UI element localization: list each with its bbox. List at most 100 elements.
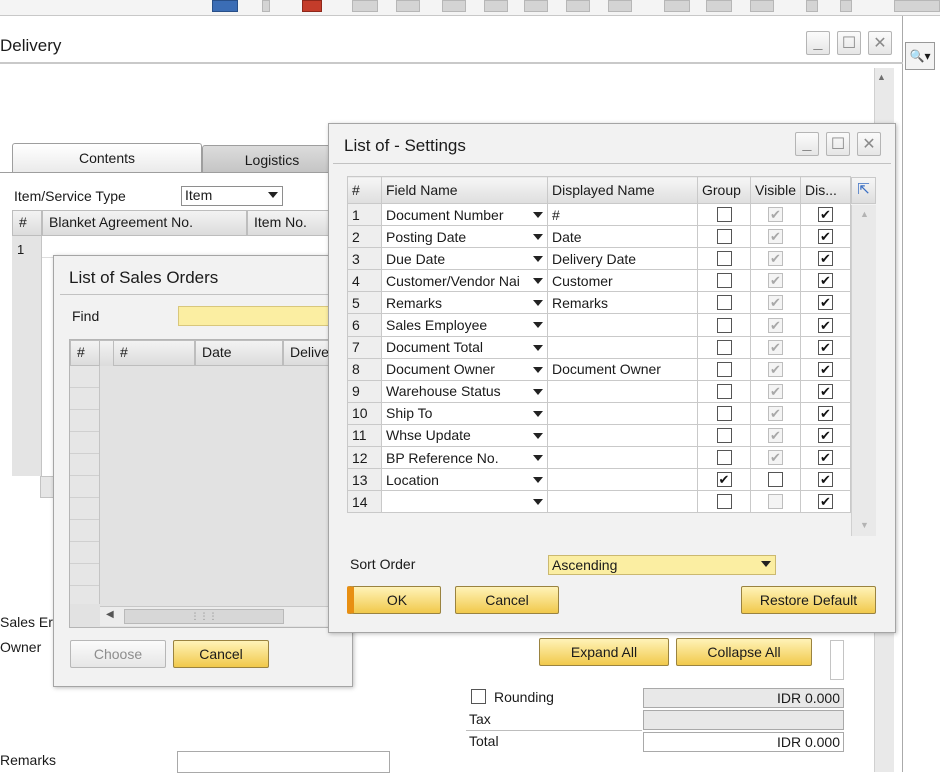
group-checkbox[interactable]: [716, 427, 732, 443]
scroll-down-icon[interactable]: ▼: [860, 520, 869, 530]
table-row[interactable]: 5 Remarks Remarks ✔ ✔: [347, 291, 851, 315]
field-name-select[interactable]: Whse Update: [381, 423, 548, 448]
display-checkbox[interactable]: ✔: [818, 207, 833, 223]
table-row[interactable]: 14 ✔: [347, 490, 851, 514]
expand-all-button[interactable]: Expand All: [539, 638, 669, 666]
choose-button[interactable]: Choose: [70, 640, 166, 668]
sort-order-select[interactable]: Ascending: [548, 555, 776, 575]
displayed-name-input[interactable]: Date: [547, 225, 698, 249]
displayed-name-input[interactable]: [547, 379, 698, 403]
chevron-down-icon[interactable]: [533, 300, 543, 307]
column-header-item-no[interactable]: Item No.: [247, 210, 337, 236]
horizontal-scrollbar[interactable]: ◀ ⋮⋮⋮: [100, 606, 337, 626]
table-row[interactable]: 4 Customer/Vendor Nai Customer ✔ ✔: [347, 269, 851, 293]
close-button[interactable]: ✕: [868, 31, 892, 55]
visible-checkbox[interactable]: ✔: [768, 405, 783, 421]
collapse-all-button[interactable]: Collapse All: [676, 638, 812, 666]
chevron-down-icon[interactable]: [533, 499, 543, 506]
search-icon[interactable]: [608, 0, 632, 12]
paste-icon[interactable]: [396, 0, 420, 12]
table-row[interactable]: 10 Ship To ✔ ✔: [347, 401, 851, 425]
arrow-icon[interactable]: [806, 0, 818, 12]
displayed-name-input[interactable]: [547, 490, 698, 514]
group-checkbox[interactable]: [716, 450, 732, 466]
column-header-row[interactable]: #: [70, 340, 100, 366]
field-name-select[interactable]: Document Number: [381, 202, 548, 227]
item-type-select[interactable]: Item: [181, 186, 283, 206]
group-checkbox[interactable]: [716, 361, 732, 377]
gear-icon[interactable]: [706, 0, 732, 12]
minimize-button[interactable]: _: [806, 31, 830, 55]
table-row[interactable]: 1 Document Number # ✔ ✔: [347, 202, 851, 227]
field-name-select[interactable]: Ship To: [381, 401, 548, 425]
visible-checkbox[interactable]: ✔: [768, 339, 783, 355]
chevron-down-icon[interactable]: [533, 278, 543, 285]
display-checkbox[interactable]: ✔: [818, 427, 833, 443]
displayed-name-input[interactable]: Delivery Date: [547, 247, 698, 271]
group-checkbox[interactable]: [716, 405, 732, 421]
displayed-name-input[interactable]: [547, 335, 698, 359]
display-checkbox[interactable]: ✔: [818, 361, 833, 377]
column-header-field-name[interactable]: Field Name: [381, 176, 548, 204]
chart-icon[interactable]: [750, 0, 774, 12]
field-name-select[interactable]: Posting Date: [381, 225, 548, 249]
display-checkbox[interactable]: ✔: [818, 450, 833, 466]
display-checkbox[interactable]: ✔: [818, 472, 833, 488]
visible-checkbox[interactable]: ✔: [768, 317, 783, 333]
displayed-name-input[interactable]: [547, 446, 698, 470]
display-checkbox[interactable]: ✔: [818, 405, 833, 421]
display-checkbox[interactable]: ✔: [818, 273, 833, 289]
layout-icon[interactable]: [524, 0, 548, 12]
group-checkbox[interactable]: [716, 494, 732, 510]
display-checkbox[interactable]: ✔: [818, 317, 833, 333]
field-name-select[interactable]: Document Total: [381, 335, 548, 359]
scroll-thumb[interactable]: ⋮⋮⋮: [124, 609, 284, 624]
table-row[interactable]: 8 Document Owner Document Owner ✔ ✔: [347, 357, 851, 381]
display-checkbox[interactable]: ✔: [818, 339, 833, 355]
displayed-name-input[interactable]: [547, 401, 698, 425]
field-name-select[interactable]: Location: [381, 468, 548, 492]
toolbar-icon[interactable]: [894, 0, 940, 12]
visible-checkbox[interactable]: ✔: [768, 361, 783, 377]
display-checkbox[interactable]: ✔: [818, 251, 833, 267]
list-icon[interactable]: [664, 0, 690, 12]
table-scrollbar[interactable]: ▲ ▼: [851, 205, 876, 536]
field-name-select[interactable]: Sales Employee: [381, 313, 548, 337]
group-checkbox[interactable]: [716, 339, 732, 355]
table-row[interactable]: 3 Due Date Delivery Date ✔ ✔: [347, 247, 851, 271]
visible-checkbox[interactable]: [768, 494, 783, 510]
zoom-dropdown-icon[interactable]: 🔍▾: [905, 42, 935, 70]
visible-checkbox[interactable]: ✔: [768, 251, 783, 267]
table-row[interactable]: 11 Whse Update ✔ ✔: [347, 423, 851, 448]
group-checkbox[interactable]: [716, 317, 732, 333]
cancel-button[interactable]: Cancel: [173, 640, 269, 668]
field-name-select[interactable]: Customer/Vendor Nai: [381, 269, 548, 293]
chevron-down-icon[interactable]: [533, 234, 543, 241]
displayed-name-input[interactable]: Customer: [547, 269, 698, 293]
field-name-select[interactable]: Due Date: [381, 247, 548, 271]
column-header-number[interactable]: #: [12, 210, 42, 236]
minimize-button[interactable]: _: [795, 132, 819, 156]
table-row[interactable]: 9 Warehouse Status ✔ ✔: [347, 379, 851, 403]
group-checkbox[interactable]: [716, 207, 732, 223]
column-header-group[interactable]: Group: [697, 176, 751, 204]
close-button[interactable]: ✕: [857, 132, 881, 156]
tab-contents[interactable]: Contents: [12, 143, 202, 173]
cancel-button[interactable]: Cancel: [455, 586, 559, 614]
group-checkbox[interactable]: [716, 251, 732, 267]
visible-checkbox[interactable]: ✔: [768, 427, 783, 443]
document-icon[interactable]: [302, 0, 322, 12]
visible-checkbox[interactable]: ✔: [768, 273, 783, 289]
field-name-select[interactable]: [381, 490, 548, 514]
displayed-name-input[interactable]: [547, 313, 698, 337]
chevron-down-icon[interactable]: [533, 410, 543, 417]
group-checkbox[interactable]: [716, 229, 732, 245]
visible-checkbox[interactable]: ✔: [768, 295, 783, 311]
chevron-down-icon[interactable]: [533, 432, 543, 439]
table-row[interactable]: 2 Posting Date Date ✔ ✔: [347, 225, 851, 249]
group-checkbox[interactable]: [716, 295, 732, 311]
back-icon[interactable]: [212, 0, 238, 12]
maximize-button[interactable]: ☐: [826, 132, 850, 156]
chevron-down-icon[interactable]: [533, 455, 543, 462]
column-header-visible[interactable]: Visible: [750, 176, 801, 204]
